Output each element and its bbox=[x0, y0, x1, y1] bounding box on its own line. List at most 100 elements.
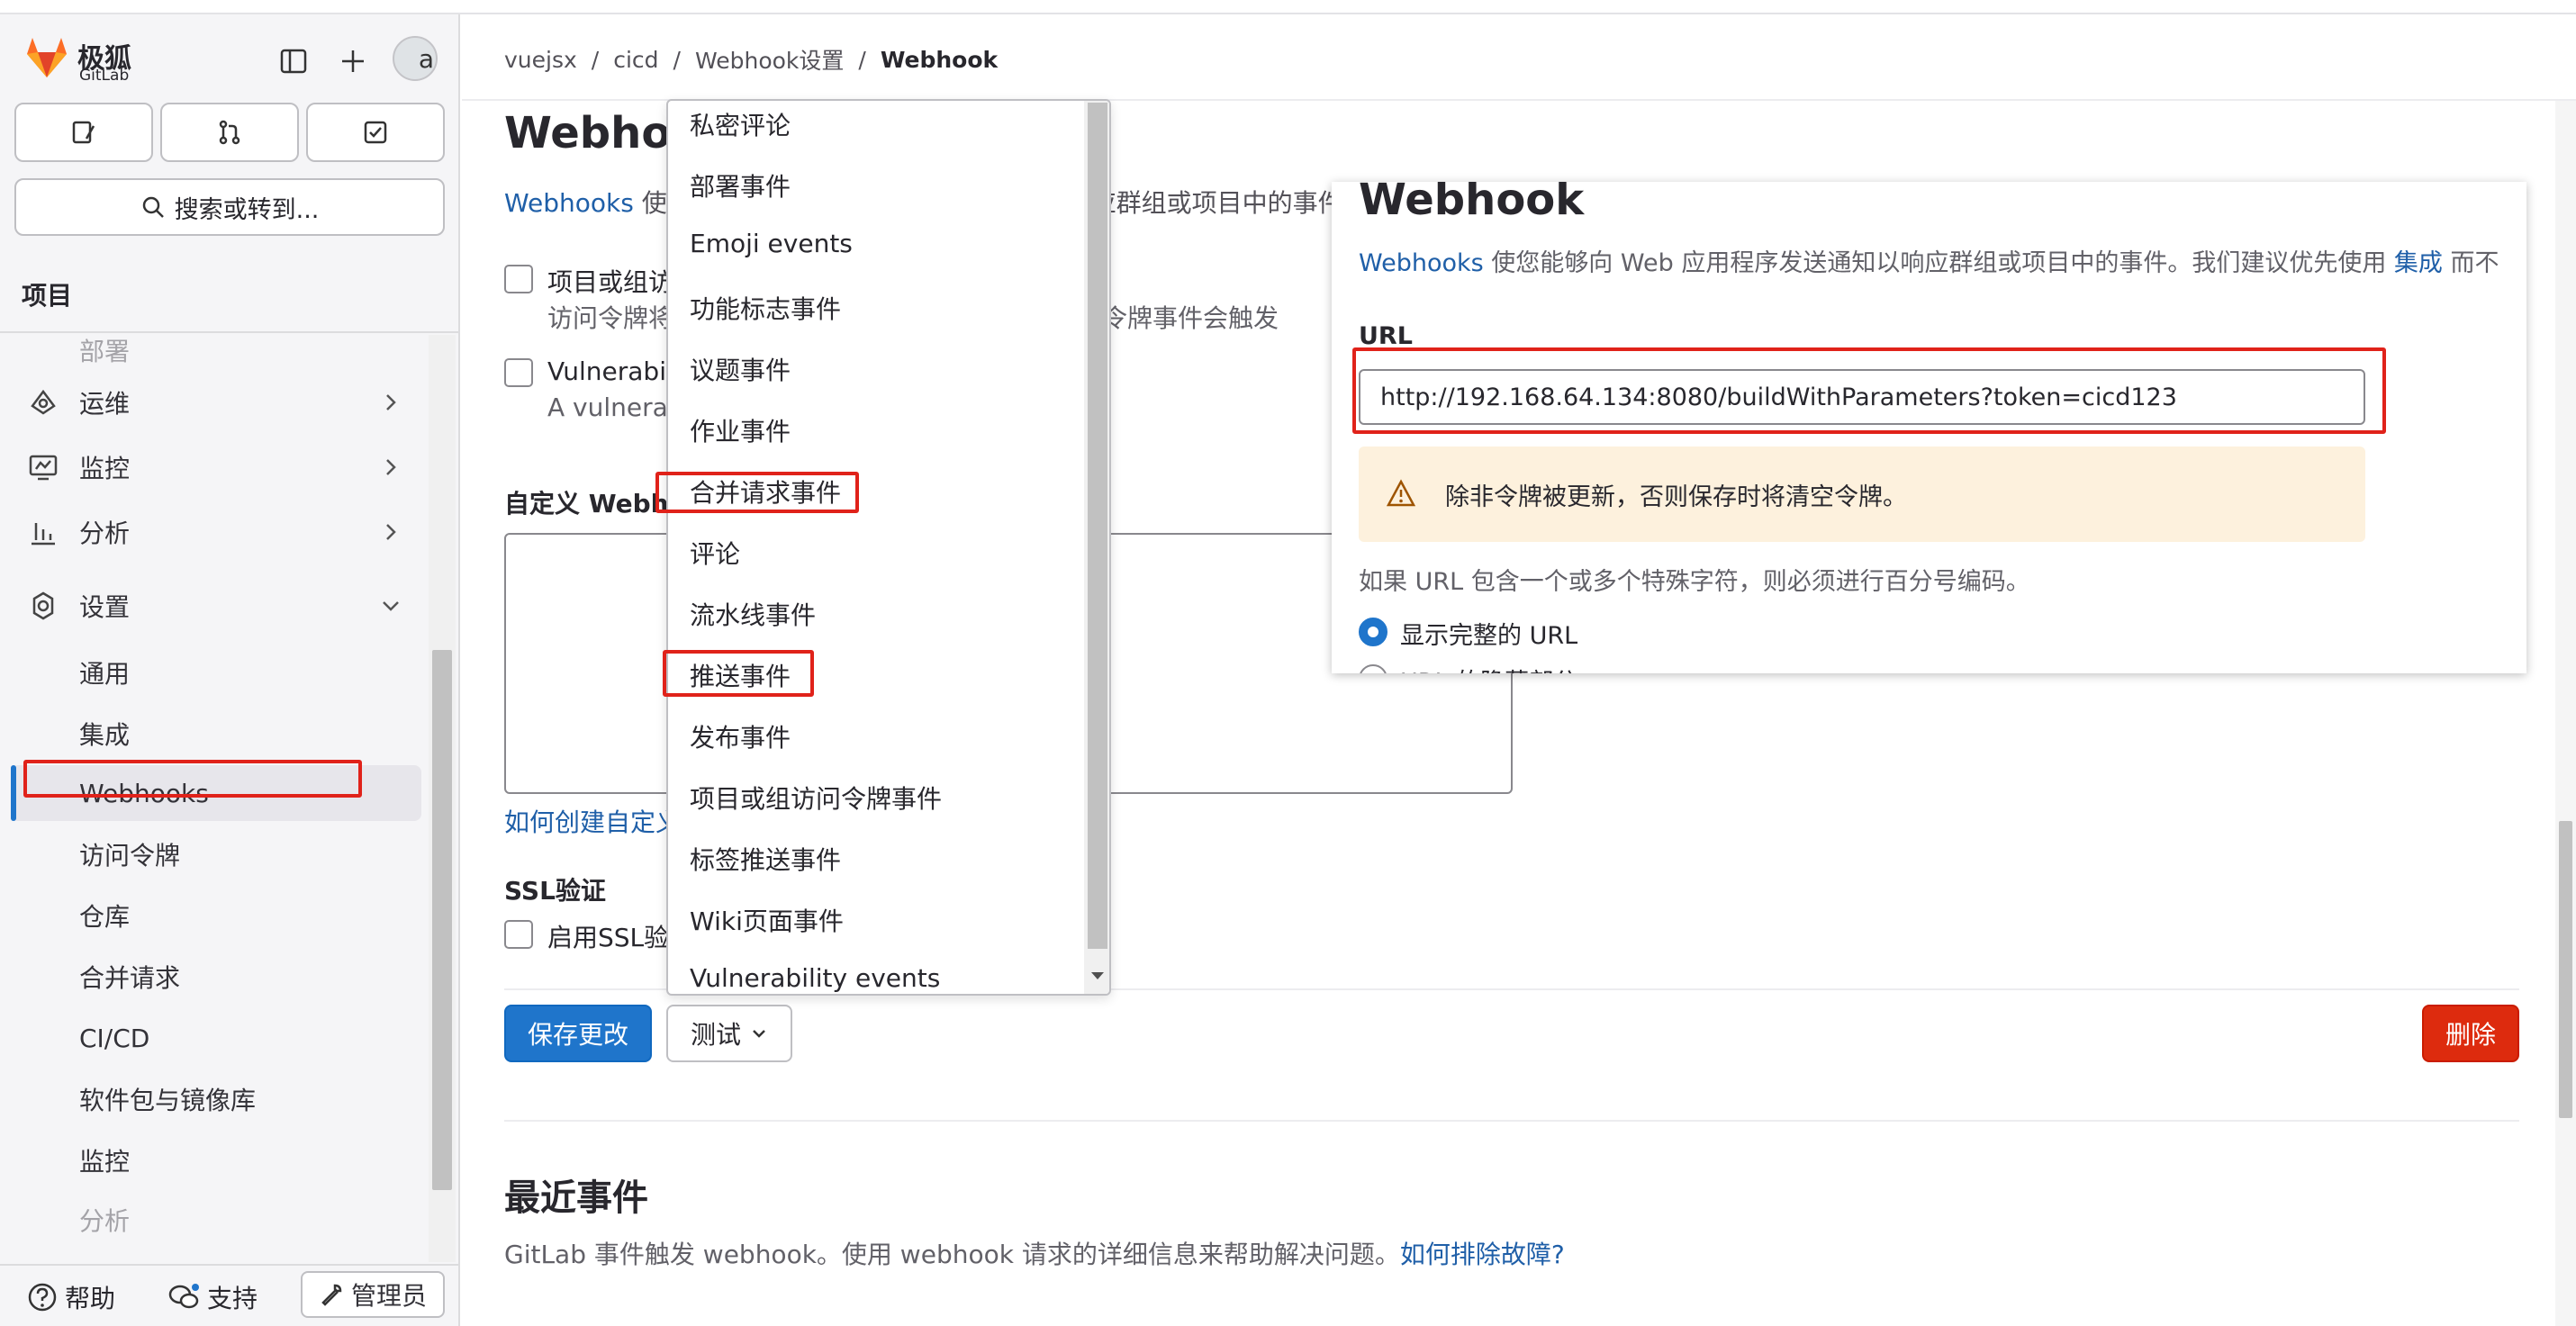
dropdown-item[interactable]: 评论 bbox=[690, 535, 740, 571]
wrench-icon bbox=[321, 1284, 342, 1306]
access-token-events-checkbox[interactable] bbox=[504, 265, 533, 293]
dropdown-item[interactable]: 项目或组访问令牌事件 bbox=[690, 780, 942, 816]
user-avatar[interactable]: a bbox=[393, 36, 438, 81]
dropdown-item-push-events[interactable]: 推送事件 bbox=[690, 657, 791, 693]
delete-button[interactable]: 删除 bbox=[2422, 1005, 2519, 1062]
help-icon bbox=[28, 1283, 57, 1312]
webhook-url-panel: Webhook Webhooks 使您能够向 Web 应用程序发送通知以响应群组… bbox=[1332, 182, 2526, 673]
divider bbox=[504, 1120, 2519, 1122]
vulnerability-events-checkbox[interactable] bbox=[504, 358, 533, 387]
show-full-url-radio[interactable] bbox=[1359, 618, 1387, 646]
app-root: 极狐 GitLab a 搜索或转到... 项目 部署 运维 监控 分析 设置 通… bbox=[0, 0, 2576, 1326]
analytics-icon bbox=[32, 523, 55, 546]
dropdown-item[interactable]: 标签推送事件 bbox=[690, 841, 841, 877]
admin-button[interactable]: 管理员 bbox=[301, 1271, 445, 1318]
enable-ssl-checkbox[interactable] bbox=[504, 920, 533, 949]
chevron-down-icon bbox=[383, 601, 399, 611]
sidebar-item-label: 分析 bbox=[79, 1206, 131, 1236]
sidebar-toggle-icon bbox=[280, 49, 307, 74]
test-dropdown-button[interactable]: 测试 bbox=[666, 1005, 792, 1062]
todo-list-button[interactable] bbox=[306, 103, 445, 162]
test-label: 测试 bbox=[690, 1020, 741, 1050]
mask-url-radio[interactable] bbox=[1359, 664, 1387, 673]
dropdown-item-merge-request-events[interactable]: 合并请求事件 bbox=[690, 474, 841, 510]
breadcrumb-current[interactable]: Webhook bbox=[881, 47, 998, 73]
sidebar-item-label: 设置 bbox=[79, 592, 131, 622]
integrations-link[interactable]: 集成 bbox=[2394, 249, 2443, 277]
chevron-down-icon bbox=[753, 1030, 765, 1038]
plus-icon bbox=[342, 50, 364, 72]
troubleshoot-link[interactable]: 如何排除故障? bbox=[1400, 1240, 1565, 1269]
save-changes-button[interactable]: 保存更改 bbox=[504, 1005, 652, 1062]
gitlab-logo-icon[interactable] bbox=[22, 32, 72, 83]
merge-requests-button[interactable] bbox=[160, 103, 299, 162]
toggle-sidebar-button[interactable] bbox=[274, 41, 313, 81]
trigger-events-dropdown[interactable]: 私密评论 部署事件 Emoji events 功能标志事件 议题事件 作业事件 … bbox=[666, 99, 1111, 996]
dropdown-item[interactable]: Wiki页面事件 bbox=[690, 902, 844, 938]
dropdown-item[interactable]: 功能标志事件 bbox=[690, 290, 841, 326]
sidebar-subitem-cicd[interactable]: CI/CD bbox=[0, 1010, 429, 1066]
sidebar-subitem-general[interactable]: 通用 bbox=[0, 645, 429, 700]
sidebar-item-settings[interactable]: 设置 bbox=[0, 576, 429, 636]
sidebar-item-monitor[interactable]: 监控 bbox=[0, 437, 429, 497]
sidebar-item-label: 部署 bbox=[79, 337, 131, 366]
sidebar: 极狐 GitLab a 搜索或转到... 项目 部署 运维 监控 分析 设置 通… bbox=[0, 14, 460, 1326]
sidebar-subitem-analytics[interactable]: 分析 bbox=[0, 1192, 429, 1248]
help-button[interactable]: 帮助 bbox=[27, 1276, 115, 1318]
sidebar-subitem-merge-requests[interactable]: 合并请求 bbox=[0, 949, 429, 1005]
scroll-down-arrow-icon[interactable] bbox=[1091, 972, 1104, 979]
admin-label: 管理员 bbox=[350, 1281, 427, 1311]
sidebar-subitem-packages-registries[interactable]: 软件包与镜像库 bbox=[0, 1071, 429, 1127]
scrollbar-thumb[interactable] bbox=[2559, 821, 2572, 1118]
dropdown-item[interactable]: 议题事件 bbox=[690, 351, 791, 387]
sidebar-subitem-access-tokens[interactable]: 访问令牌 bbox=[0, 826, 429, 882]
assigned-issues-button[interactable] bbox=[14, 103, 153, 162]
token-warning-alert: 除非令牌被更新，否则保存时将清空令牌。 bbox=[1359, 447, 2365, 542]
dropdown-scrollbar[interactable] bbox=[1084, 101, 1109, 994]
webhooks-docs-link[interactable]: Webhooks bbox=[1359, 249, 1484, 277]
breadcrumb-item[interactable]: Webhook设置 bbox=[695, 43, 844, 76]
scrollbar-thumb[interactable] bbox=[432, 650, 452, 1190]
dropdown-item[interactable]: 流水线事件 bbox=[690, 596, 816, 632]
breadcrumb-item[interactable]: cicd bbox=[613, 47, 658, 73]
breadcrumb-item[interactable]: vuejsx bbox=[504, 47, 577, 73]
breadcrumb-separator: / bbox=[591, 46, 600, 73]
panel-title: Webhook bbox=[1359, 182, 1585, 225]
webhooks-docs-link[interactable]: Webhooks bbox=[504, 188, 634, 218]
create-new-button[interactable] bbox=[333, 41, 373, 81]
url-encoding-note: 如果 URL 包含一个或多个特殊字符，则必须进行百分号编码。 bbox=[1359, 568, 2030, 596]
search-label: 搜索或转到... bbox=[174, 195, 320, 224]
sidebar-item-label: 监控 bbox=[79, 1147, 131, 1177]
sidebar-scrollbar[interactable] bbox=[429, 335, 456, 1262]
radio-label: URL 的隐藏部分 bbox=[1400, 663, 1577, 673]
dropdown-item[interactable]: 作业事件 bbox=[690, 412, 791, 448]
ssl-section-title: SSL验证 bbox=[504, 876, 606, 906]
sidebar-section-title: 项目 bbox=[0, 257, 460, 333]
dropdown-item[interactable]: 部署事件 bbox=[690, 167, 791, 203]
dropdown-item[interactable]: 私密评论 bbox=[690, 106, 791, 142]
sidebar-subitem-repository[interactable]: 仓库 bbox=[0, 888, 429, 943]
support-button[interactable]: 支持 bbox=[167, 1276, 258, 1318]
description-tail: 而不 bbox=[2442, 249, 2499, 277]
sidebar-item-operate[interactable]: 运维 bbox=[0, 373, 429, 432]
url-input[interactable]: http://192.168.64.134:8080/buildWithPara… bbox=[1359, 369, 2365, 425]
sidebar-subitem-webhooks[interactable]: Webhooks bbox=[11, 765, 421, 821]
sidebar-footer: 帮助 支持 管理员 bbox=[0, 1264, 460, 1326]
dropdown-item[interactable]: 发布事件 bbox=[690, 718, 791, 754]
sidebar-subitem-monitor[interactable]: 监控 bbox=[0, 1132, 429, 1188]
brand-sub: GitLab bbox=[79, 67, 130, 85]
search-button[interactable]: 搜索或转到... bbox=[14, 178, 445, 236]
dropdown-item[interactable]: Emoji events bbox=[690, 229, 853, 258]
sidebar-item-label: 仓库 bbox=[79, 902, 131, 932]
dropdown-item[interactable]: Vulnerability events bbox=[690, 963, 940, 993]
active-indicator bbox=[11, 765, 16, 821]
sidebar-item-label: 运维 bbox=[79, 389, 131, 419]
recent-events-description: GitLab 事件触发 webhook。使用 webhook 请求的详细信息来帮… bbox=[504, 1235, 1565, 1271]
sidebar-item-analytics[interactable]: 分析 bbox=[0, 502, 429, 562]
recent-events-title: 最近事件 bbox=[504, 1177, 648, 1219]
sidebar-subitem-integrations[interactable]: 集成 bbox=[0, 706, 429, 762]
issues-icon bbox=[72, 121, 95, 144]
recent-events-text: GitLab 事件触发 webhook。使用 webhook 请求的详细信息来帮… bbox=[504, 1240, 1400, 1269]
main-scrollbar[interactable] bbox=[2555, 101, 2576, 1326]
scrollbar-thumb[interactable] bbox=[1088, 103, 1107, 949]
